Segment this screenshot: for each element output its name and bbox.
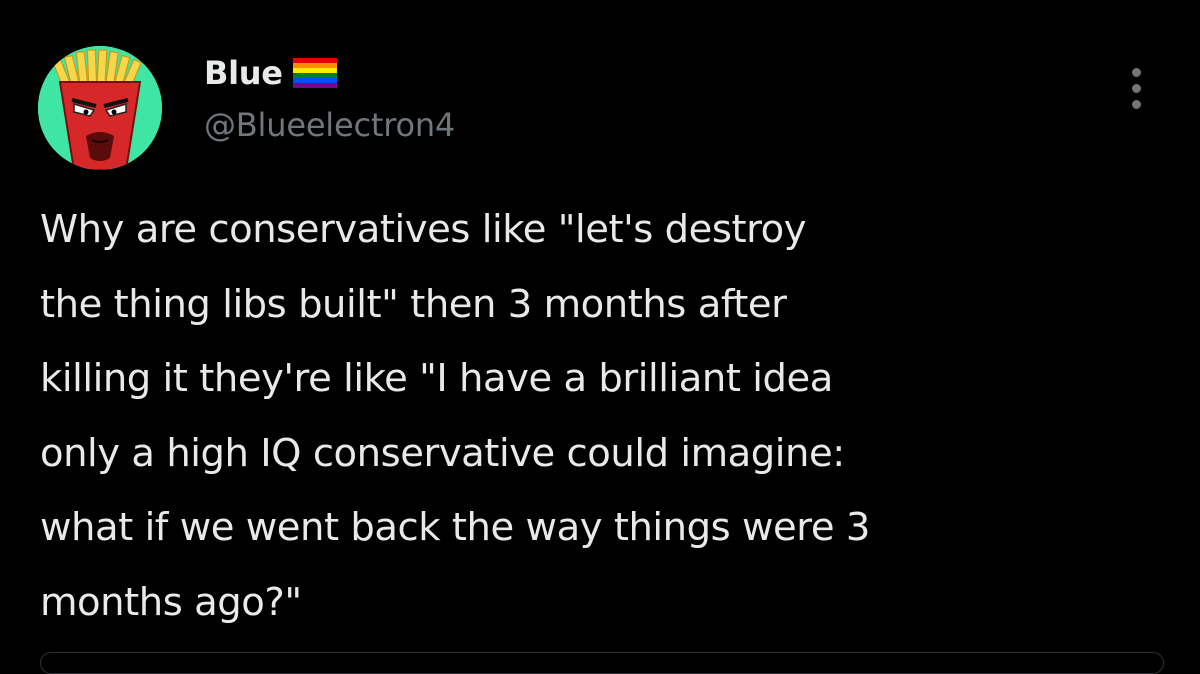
more-dot (1132, 68, 1141, 77)
avatar[interactable] (38, 46, 162, 170)
more-dot (1132, 84, 1141, 93)
display-name[interactable]: Blue (204, 54, 283, 92)
avatar-image (38, 46, 162, 170)
more-dot (1132, 100, 1141, 109)
tweet-text: Why are conservatives like "let's destro… (40, 207, 870, 625)
more-options-icon[interactable] (1122, 64, 1152, 114)
rainbow-flag-icon (292, 58, 337, 88)
user-handle[interactable]: @Blueelectron4 (204, 106, 455, 144)
tweet: Blue @Blueelectron4 Why are conservative… (0, 0, 1200, 674)
author-row: Blue (204, 50, 337, 96)
quoted-card-edge (40, 652, 1164, 674)
